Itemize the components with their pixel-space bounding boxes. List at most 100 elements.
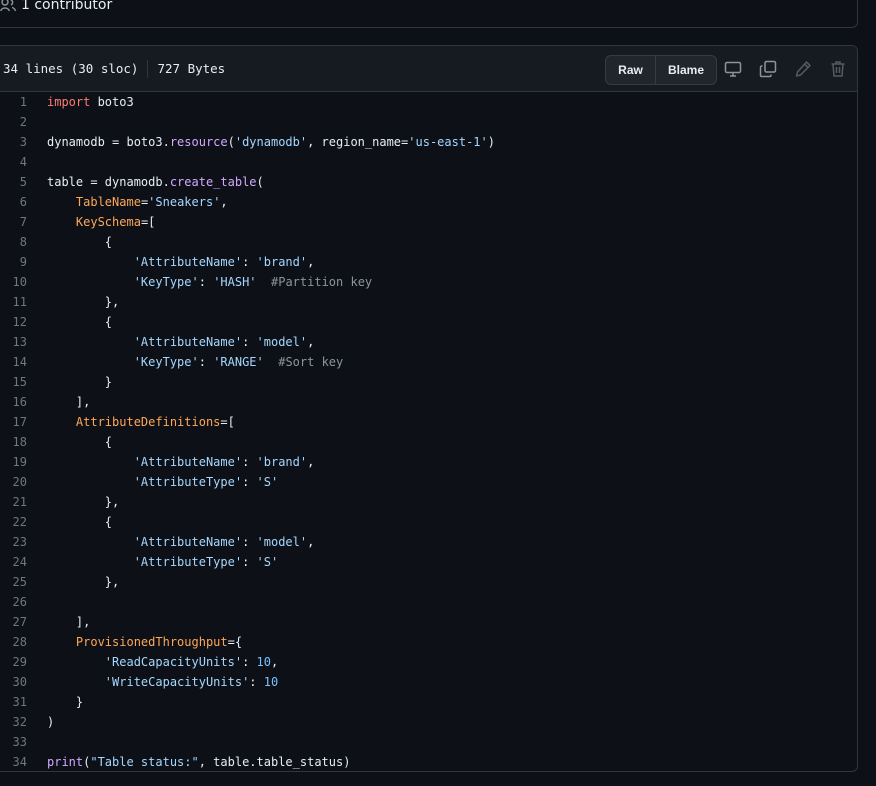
raw-button[interactable]: Raw xyxy=(606,56,655,84)
code-token: 'AttributeName' xyxy=(133,335,243,349)
code-token: 'RANGE' xyxy=(213,355,264,369)
code-line: 25 }, xyxy=(0,572,857,592)
code-line: 2 xyxy=(0,112,857,132)
code-token: =[ xyxy=(220,415,235,429)
line-content: { xyxy=(47,512,112,532)
line-content: 'AttributeName': 'brand', xyxy=(47,452,315,472)
line-number[interactable]: 28 xyxy=(0,632,27,652)
code-token: , table.table_status) xyxy=(198,755,351,769)
line-number[interactable]: 25 xyxy=(0,572,27,592)
line-number[interactable]: 30 xyxy=(0,672,27,692)
code-token: import xyxy=(47,95,91,109)
line-number[interactable]: 6 xyxy=(0,192,27,212)
code-token: ( xyxy=(227,135,235,149)
line-number[interactable]: 24 xyxy=(0,552,27,572)
line-number[interactable]: 14 xyxy=(0,352,27,372)
code-token: , xyxy=(307,335,315,349)
code-token: 'Sneakers' xyxy=(148,195,221,209)
pencil-icon[interactable] xyxy=(793,59,813,79)
code-token: , xyxy=(220,195,228,209)
line-content: ProvisionedThroughput={ xyxy=(47,632,242,652)
code-token: 'S' xyxy=(256,475,279,489)
line-number[interactable]: 26 xyxy=(0,592,27,612)
line-number[interactable]: 34 xyxy=(0,752,27,771)
line-number[interactable]: 17 xyxy=(0,412,27,432)
line-number[interactable]: 1 xyxy=(0,92,27,112)
line-number[interactable]: 7 xyxy=(0,212,27,232)
line-number[interactable]: 16 xyxy=(0,392,27,412)
code-token: 'AttributeName' xyxy=(133,255,243,269)
line-number[interactable]: 19 xyxy=(0,452,27,472)
code-token: 10 xyxy=(256,655,271,669)
line-number[interactable]: 10 xyxy=(0,272,27,292)
line-number[interactable]: 3 xyxy=(0,132,27,152)
line-number[interactable]: 2 xyxy=(0,112,27,132)
line-number[interactable]: 15 xyxy=(0,372,27,392)
line-content: 'AttributeName': 'model', xyxy=(47,332,315,352)
code-token: 'S' xyxy=(256,555,279,569)
line-number[interactable]: 23 xyxy=(0,532,27,552)
line-number[interactable]: 33 xyxy=(0,732,27,752)
code-token: AttributeDefinitions xyxy=(75,415,221,429)
line-number[interactable]: 20 xyxy=(0,472,27,492)
desktop-icon[interactable] xyxy=(723,59,743,79)
copy-icon[interactable] xyxy=(758,59,778,79)
trash-icon[interactable] xyxy=(828,59,848,79)
code-token: 'model' xyxy=(256,535,308,549)
line-number[interactable]: 27 xyxy=(0,612,27,632)
contributors[interactable]: 1 contributor xyxy=(0,0,112,15)
line-number[interactable]: 5 xyxy=(0,172,27,192)
line-content: ) xyxy=(47,712,54,732)
code-token: print xyxy=(47,755,84,769)
code-token: , xyxy=(307,255,315,269)
code-line: 23 'AttributeName': 'model', xyxy=(0,532,857,552)
code-token: { xyxy=(47,235,113,249)
line-content: }, xyxy=(47,492,119,512)
code-line: 29 'ReadCapacityUnits': 10, xyxy=(0,652,857,672)
code-token: }, xyxy=(47,575,120,589)
line-content: } xyxy=(47,692,83,712)
line-number[interactable]: 4 xyxy=(0,152,27,172)
line-number[interactable]: 32 xyxy=(0,712,27,732)
line-number[interactable]: 12 xyxy=(0,312,27,332)
line-content: 'AttributeType': 'S' xyxy=(47,472,279,492)
code-line: 26 xyxy=(0,592,857,612)
code-token: dynamodb = boto3. xyxy=(47,135,170,149)
code-line: 3 dynamodb = boto3.resource('dynamodb', r… xyxy=(0,132,857,152)
line-content: import boto3 xyxy=(47,92,134,112)
line-number[interactable]: 18 xyxy=(0,432,27,452)
code-line: 8 { xyxy=(0,232,857,252)
line-content: 'KeyType': 'HASH' #Partition key xyxy=(47,272,372,292)
line-number[interactable]: 22 xyxy=(0,512,27,532)
line-number[interactable]: 21 xyxy=(0,492,27,512)
line-number[interactable]: 13 xyxy=(0,332,27,352)
code-token: : xyxy=(198,275,214,289)
code-line: 34 print("Table status:", table.table_sta… xyxy=(0,752,857,771)
code-token: TableName xyxy=(75,195,141,209)
code-token: : xyxy=(249,675,264,689)
line-number[interactable]: 9 xyxy=(0,252,27,272)
code-token: 'brand' xyxy=(256,255,308,269)
code-token: 'us-east-1' xyxy=(408,135,488,149)
line-number[interactable]: 11 xyxy=(0,292,27,312)
code-token: , xyxy=(307,455,315,469)
code-line: 1 import boto3 xyxy=(0,92,857,112)
line-number[interactable]: 31 xyxy=(0,692,27,712)
line-number[interactable]: 29 xyxy=(0,652,27,672)
code-token: 'AttributeType' xyxy=(133,555,243,569)
code-token: 'WriteCapacityUnits' xyxy=(104,675,250,689)
line-content: ], xyxy=(47,612,90,632)
code-token: }, xyxy=(47,495,120,509)
code-line: 21 }, xyxy=(0,492,857,512)
line-content: 'AttributeType': 'S' xyxy=(47,552,279,572)
line-number[interactable]: 8 xyxy=(0,232,27,252)
line-content: ], xyxy=(47,392,90,412)
blame-button[interactable]: Blame xyxy=(655,56,716,84)
